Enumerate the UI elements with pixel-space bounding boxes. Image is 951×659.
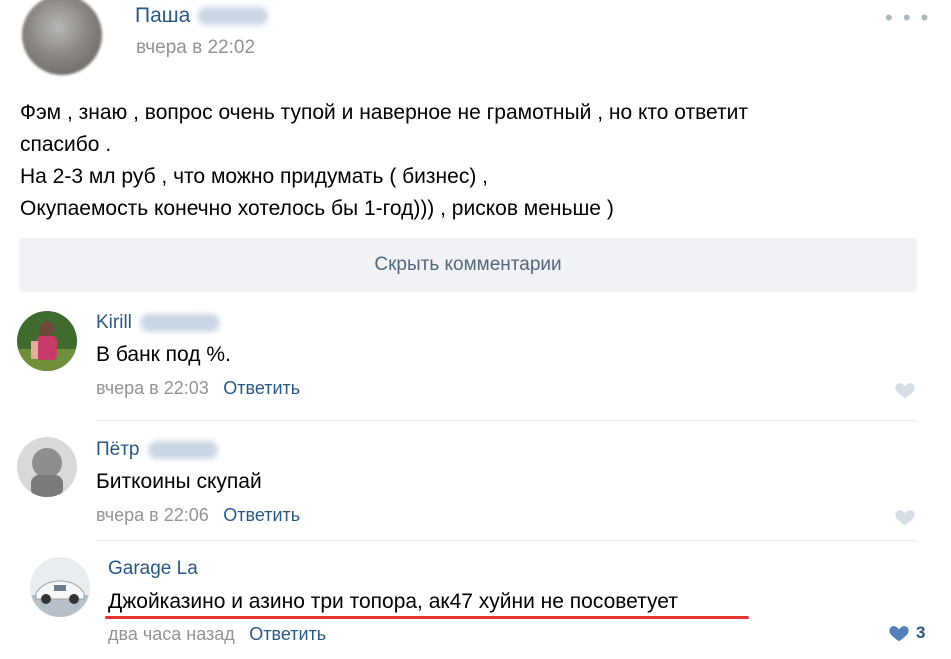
post-text-line: Окупаемость конечно хотелось бы 1-год)))… (20, 197, 614, 220)
red-underline-highlight (105, 616, 749, 619)
avatar-photo (17, 437, 77, 497)
post-timestamp[interactable]: вчера в 22:02 (136, 37, 255, 59)
comment-author[interactable]: Garage La (108, 558, 198, 580)
like-button[interactable]: 3 (888, 622, 925, 644)
comment-author[interactable]: Kirill (96, 312, 220, 334)
reply-button[interactable]: Ответить (223, 378, 300, 398)
post-author-avatar[interactable] (22, 0, 102, 75)
redacted-surname (147, 440, 218, 459)
comment-text: Биткоины скупай (96, 470, 262, 493)
hide-comments-button[interactable]: Скрыть комментарии (19, 238, 917, 292)
avatar-photo (30, 557, 90, 617)
comment-timestamp[interactable]: два часа назад (108, 624, 235, 644)
comment-meta: вчера в 22:06 Ответить (96, 505, 300, 526)
heart-icon[interactable] (894, 506, 916, 528)
heart-icon (889, 626, 909, 642)
post-text-line: На 2-3 мл руб , что можно придумать ( би… (20, 165, 488, 188)
comment-divider (96, 540, 916, 541)
reply-button[interactable]: Ответить (223, 505, 300, 525)
comment-meta: вчера в 22:03 Ответить (96, 378, 300, 399)
comment-text: В банк под %. (96, 343, 231, 366)
more-icon[interactable]: • • • (885, 5, 930, 31)
comment-meta: два часа назад Ответить (108, 624, 326, 645)
comment-timestamp[interactable]: вчера в 22:06 (96, 505, 209, 525)
post-text-line: Фэм , знаю , вопрос очень тупой и наверн… (20, 101, 748, 124)
post-text: Фэм , знаю , вопрос очень тупой и наверн… (20, 97, 920, 225)
comment-author[interactable]: Пётр (96, 439, 218, 461)
post-text-line: спасибо . (20, 133, 112, 156)
comment-timestamp[interactable]: вчера в 22:03 (96, 378, 209, 398)
redacted-surname (139, 313, 220, 332)
heart-icon[interactable] (894, 379, 916, 401)
comment-avatar[interactable] (30, 557, 90, 617)
comment-avatar[interactable] (17, 311, 77, 371)
comment-author-name[interactable]: Kirill (96, 312, 132, 333)
post-author-name[interactable]: Паша (135, 4, 269, 28)
comment-divider (96, 420, 916, 421)
comment-text: Джойказино и азино три топора, ак47 хуйн… (108, 590, 678, 613)
reply-button[interactable]: Ответить (249, 624, 326, 644)
redacted-surname (198, 7, 269, 26)
comment-avatar[interactable] (17, 437, 77, 497)
post-author-first-name[interactable]: Паша (135, 4, 190, 27)
avatar-photo (17, 311, 77, 371)
comment-author-name[interactable]: Пётр (96, 439, 140, 460)
likes-count: 3 (916, 623, 926, 642)
